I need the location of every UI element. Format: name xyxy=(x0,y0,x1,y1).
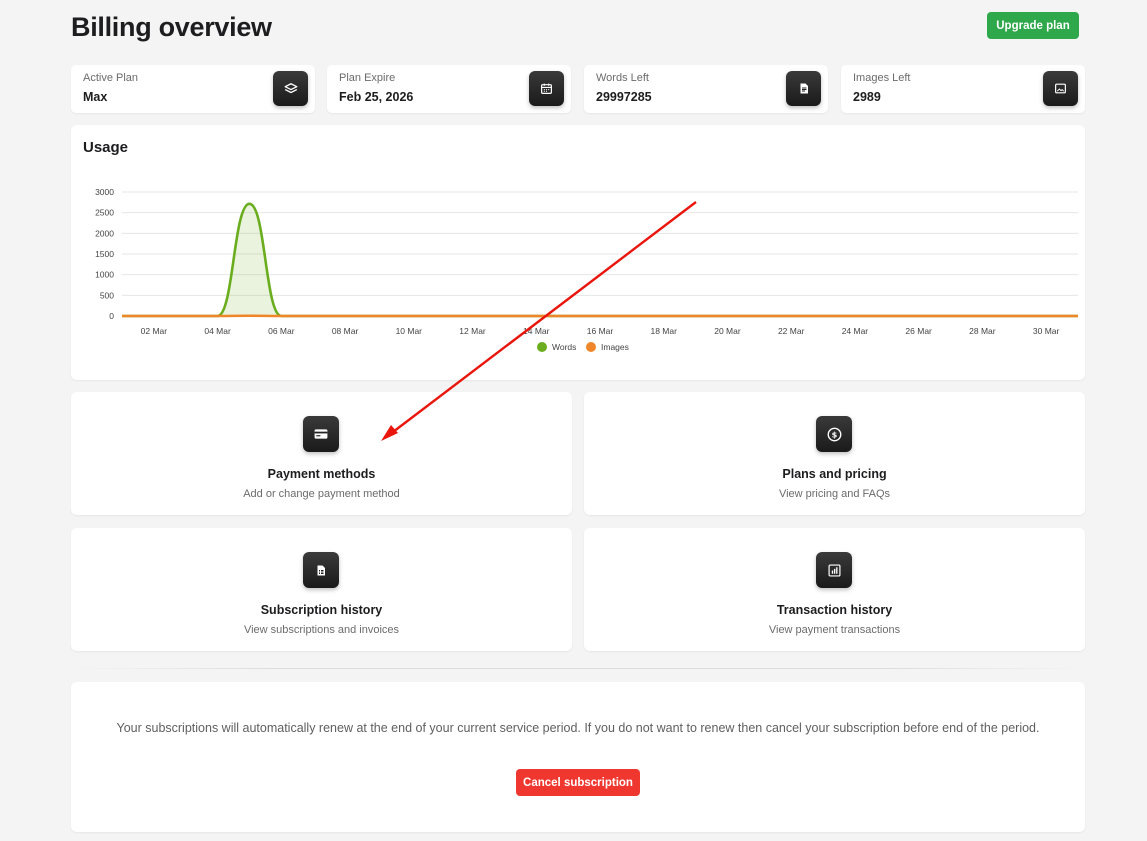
action-title: Plans and pricing xyxy=(782,467,887,481)
document-icon xyxy=(786,71,821,106)
layers-icon xyxy=(273,71,308,106)
stat-card-words-left: Words Left 29997285 xyxy=(584,65,828,113)
x-tick-label: 28 Mar xyxy=(969,326,996,336)
x-tick-label: 24 Mar xyxy=(842,326,869,336)
subscription-history-card[interactable]: Subscription history View subscriptions … xyxy=(71,528,572,651)
renewal-card: Your subscriptions will automatically re… xyxy=(71,682,1085,832)
dollar-coin-icon: $ xyxy=(816,416,852,452)
stat-label: Active Plan xyxy=(83,72,139,84)
section-divider xyxy=(71,668,1085,669)
y-tick-label: 1500 xyxy=(95,249,114,259)
x-tick-label: 26 Mar xyxy=(905,326,932,336)
action-subtitle: View pricing and FAQs xyxy=(778,488,891,500)
legend-marker-images xyxy=(586,342,596,352)
x-tick-label: 16 Mar xyxy=(587,326,614,336)
renewal-notice: Your subscriptions will automatically re… xyxy=(116,721,1040,735)
x-tick-label: 20 Mar xyxy=(714,326,741,336)
payment-methods-card[interactable]: Payment methods Add or change payment me… xyxy=(71,392,572,515)
x-tick-label: 04 Mar xyxy=(204,326,231,336)
invoice-icon xyxy=(303,552,339,588)
svg-text:$: $ xyxy=(831,429,837,439)
stat-value: Max xyxy=(83,90,108,104)
stat-card-plan-expire: Plan Expire Feb 25, 2026 xyxy=(327,65,571,113)
y-tick-label: 2500 xyxy=(95,208,114,218)
image-icon xyxy=(1043,71,1078,106)
calendar-icon xyxy=(529,71,564,106)
stat-value: Feb 25, 2026 xyxy=(339,90,414,104)
stat-label: Images Left xyxy=(853,72,911,84)
legend-marker-words xyxy=(537,342,547,352)
bar-chart-icon xyxy=(816,552,852,588)
x-tick-label: 06 Mar xyxy=(268,326,295,336)
cancel-subscription-button[interactable]: Cancel subscription xyxy=(516,769,640,796)
transaction-history-card[interactable]: Transaction history View payment transac… xyxy=(584,528,1085,651)
x-tick-label: 10 Mar xyxy=(396,326,423,336)
x-tick-label: 22 Mar xyxy=(778,326,805,336)
stat-value: 29997285 xyxy=(596,90,652,104)
action-title: Transaction history xyxy=(776,603,893,617)
y-tick-label: 500 xyxy=(100,290,114,300)
action-title: Payment methods xyxy=(267,467,376,481)
action-subtitle: View payment transactions xyxy=(768,624,901,636)
stat-value: 2989 xyxy=(853,90,881,104)
stat-card-images-left: Images Left 2989 xyxy=(841,65,1085,113)
y-tick-label: 3000 xyxy=(95,187,114,197)
x-tick-label: 02 Mar xyxy=(141,326,168,336)
y-tick-label: 0 xyxy=(109,311,114,321)
x-tick-label: 12 Mar xyxy=(459,326,486,336)
legend-label-images: Images xyxy=(601,342,629,352)
y-tick-label: 1000 xyxy=(95,270,114,280)
page-title: Billing overview xyxy=(71,12,272,42)
x-tick-label: 08 Mar xyxy=(332,326,359,336)
stat-label: Words Left xyxy=(596,72,649,84)
action-subtitle: Add or change payment method xyxy=(243,488,400,500)
upgrade-plan-button[interactable]: Upgrade plan xyxy=(987,12,1079,39)
action-subtitle: View subscriptions and invoices xyxy=(243,624,400,636)
usage-chart: 0 500 1000 1500 2000 2500 3000 02 Mar 04 Mar 06 M… xyxy=(95,187,1078,352)
x-tick-label: 18 Mar xyxy=(650,326,677,336)
y-tick-label: 2000 xyxy=(95,228,114,238)
x-tick-label: 30 Mar xyxy=(1033,326,1060,336)
stat-label: Plan Expire xyxy=(339,72,396,84)
stat-card-active-plan: Active Plan Max xyxy=(71,65,315,113)
usage-card: Usage 0 500 1000 1500 2000 2500 3000 02 Mar 04 M… xyxy=(71,125,1085,380)
legend-label-words: Words xyxy=(552,342,576,352)
credit-card-icon xyxy=(303,416,339,452)
action-title: Subscription history xyxy=(260,603,383,617)
plans-pricing-card[interactable]: $ Plans and pricing View pricing and FAQ… xyxy=(584,392,1085,515)
x-tick-label: 14 Mar xyxy=(523,326,550,336)
